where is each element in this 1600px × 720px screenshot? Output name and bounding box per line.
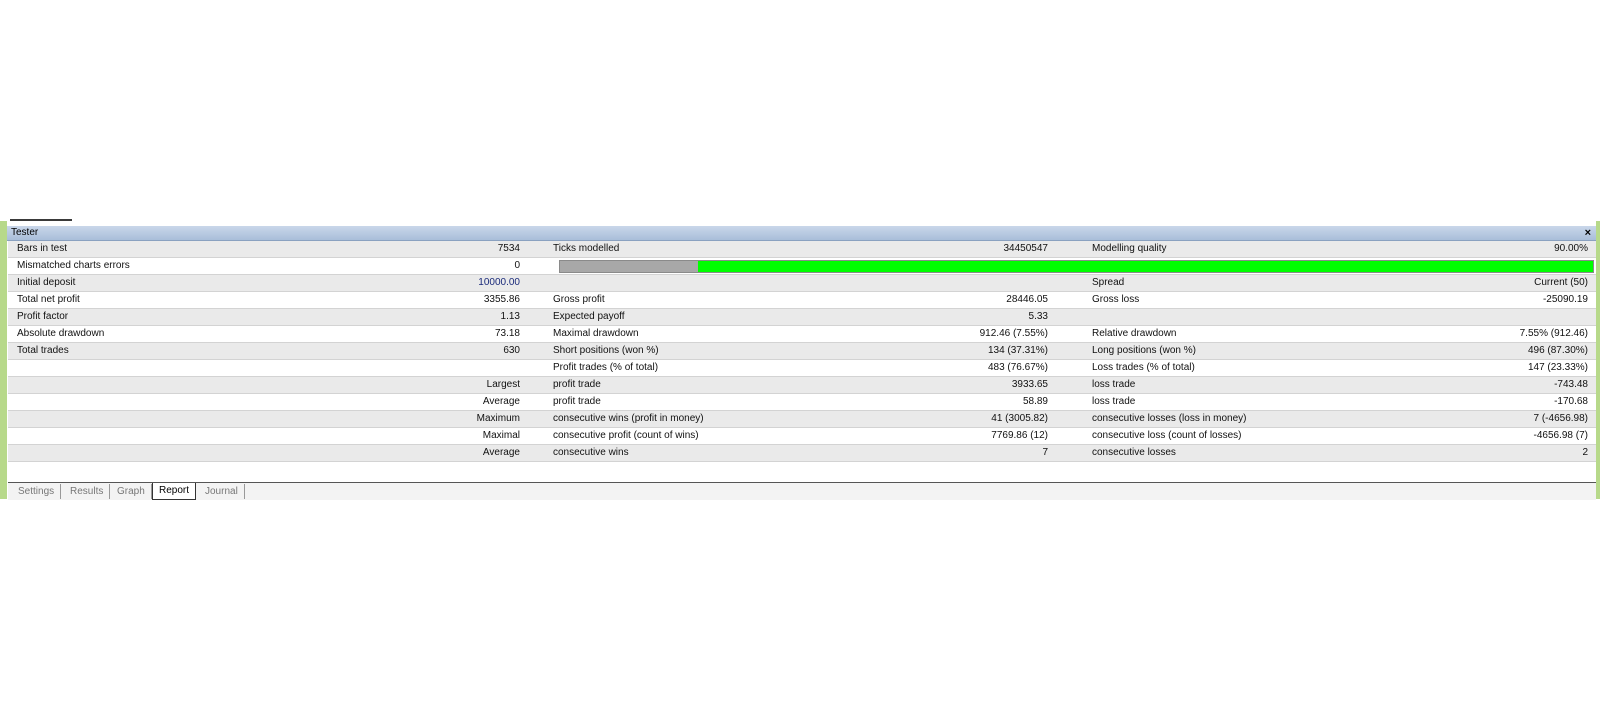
- table-row: Profit trades (% of total) 483 (76.67%) …: [8, 360, 1596, 377]
- largest-prefix: Largest: [486, 379, 520, 390]
- tester-tab-bar: Settings Results Graph Report Journal: [8, 482, 1596, 500]
- total-net-profit-value: 3355.86: [483, 294, 520, 305]
- table-row: Maximum consecutive wins (profit in mone…: [8, 411, 1596, 428]
- table-row: Initial deposit 10000.00 Spread Current …: [8, 275, 1596, 292]
- panel-left-edge: [0, 221, 7, 499]
- absolute-drawdown-label: Absolute drawdown: [17, 328, 105, 339]
- maximal-consecutive-profit-value: 7769.86 (12): [991, 430, 1048, 441]
- table-row: Average profit trade 58.89 loss trade -1…: [8, 394, 1596, 411]
- table-row: Profit factor 1.13 Expected payoff 5.33: [8, 309, 1596, 326]
- table-row: Average consecutive wins 7 consecutive l…: [8, 445, 1596, 462]
- largest-profit-trade-label: profit trade: [553, 379, 601, 390]
- total-net-profit-label: Total net profit: [17, 294, 80, 305]
- gross-loss-label: Gross loss: [1092, 294, 1140, 305]
- average-profit-trade-value: 58.89: [1022, 396, 1048, 407]
- tester-panel: Tester × Bars in test 7534 Ticks modelle…: [0, 221, 1600, 500]
- max-consecutive-losses-label: consecutive losses (loss in money): [1092, 413, 1247, 424]
- close-icon[interactable]: ×: [1585, 226, 1591, 240]
- table-row: Total trades 630 Short positions (won %)…: [8, 343, 1596, 360]
- bars-in-test-value: 7534: [497, 243, 520, 254]
- loss-trades-label: Loss trades (% of total): [1092, 362, 1195, 373]
- modelling-quality-bar-gray: [560, 261, 699, 272]
- modelling-quality-value: 90.00%: [1554, 243, 1588, 254]
- average-consecutive-losses-value: 2: [1582, 447, 1588, 458]
- tab-graph[interactable]: Graph: [111, 484, 152, 499]
- average-consecutive-wins-value: 7: [1042, 447, 1048, 458]
- maximal-prefix: Maximal: [482, 430, 520, 441]
- modelling-quality-label: Modelling quality: [1092, 243, 1167, 254]
- table-row: Largest profit trade 3933.65 loss trade …: [8, 377, 1596, 394]
- largest-profit-trade-value: 3933.65: [1011, 379, 1048, 390]
- total-trades-label: Total trades: [17, 345, 69, 356]
- average-loss-trade-label: loss trade: [1092, 396, 1136, 407]
- gross-profit-label: Gross profit: [553, 294, 605, 305]
- maximum-prefix: Maximum: [476, 413, 520, 424]
- max-consecutive-wins-value: 41 (3005.82): [991, 413, 1048, 424]
- tab-report[interactable]: Report: [152, 483, 197, 500]
- panel-right-edge: [1596, 221, 1600, 499]
- long-positions-value: 496 (87.30%): [1527, 345, 1588, 356]
- table-row: Bars in test 7534 Ticks modelled 3445054…: [8, 241, 1596, 258]
- relative-drawdown-value: 7.55% (912.46): [1519, 328, 1588, 339]
- short-positions-label: Short positions (won %): [553, 345, 659, 356]
- profit-factor-label: Profit factor: [17, 311, 69, 322]
- maximal-consecutive-loss-value: -4656.98 (7): [1533, 430, 1588, 441]
- maximal-consecutive-profit-label: consecutive profit (count of wins): [553, 430, 699, 441]
- average-consecutive-prefix: Average: [482, 447, 520, 458]
- expected-payoff-value: 5.33: [1028, 311, 1048, 322]
- absolute-drawdown-value: 73.18: [494, 328, 520, 339]
- spread-label: Spread: [1092, 277, 1125, 288]
- average-consecutive-wins-label: consecutive wins: [553, 447, 629, 458]
- modelling-quality-bar: [559, 260, 1594, 273]
- largest-loss-trade-label: loss trade: [1092, 379, 1136, 390]
- initial-deposit-label: Initial deposit: [17, 277, 76, 288]
- maximal-consecutive-loss-label: consecutive loss (count of losses): [1092, 430, 1242, 441]
- average-loss-trade-value: -170.68: [1554, 396, 1588, 407]
- window-title: Tester: [11, 227, 39, 238]
- ticks-modelled-label: Ticks modelled: [553, 243, 620, 254]
- report-table: Bars in test 7534 Ticks modelled 3445054…: [8, 241, 1596, 462]
- initial-deposit-value: 10000.00: [478, 277, 520, 288]
- tab-results[interactable]: Results: [64, 484, 111, 499]
- table-row: Maximal consecutive profit (count of win…: [8, 428, 1596, 445]
- relative-drawdown-label: Relative drawdown: [1092, 328, 1177, 339]
- loss-trades-value: 147 (23.33%): [1527, 362, 1588, 373]
- max-consecutive-losses-value: 7 (-4656.98): [1533, 413, 1588, 424]
- profit-factor-value: 1.13: [500, 311, 520, 322]
- long-positions-label: Long positions (won %): [1092, 345, 1196, 356]
- mismatched-errors-label: Mismatched charts errors: [17, 260, 130, 271]
- expected-payoff-label: Expected payoff: [553, 311, 625, 322]
- bars-in-test-label: Bars in test: [17, 243, 68, 254]
- profit-trades-value: 483 (76.67%): [987, 362, 1048, 373]
- tab-settings[interactable]: Settings: [12, 484, 62, 499]
- profit-trades-label: Profit trades (% of total): [553, 362, 659, 373]
- table-row: Absolute drawdown 73.18 Maximal drawdown…: [8, 326, 1596, 343]
- average-profit-trade-label: profit trade: [553, 396, 601, 407]
- gross-profit-value: 28446.05: [1006, 294, 1048, 305]
- table-row: Mismatched charts errors 0: [8, 258, 1596, 275]
- total-trades-value: 630: [503, 345, 520, 356]
- spread-value: Current (50): [1534, 277, 1588, 288]
- tab-journal[interactable]: Journal: [199, 484, 245, 499]
- average-prefix: Average: [482, 396, 520, 407]
- max-consecutive-wins-label: consecutive wins (profit in money): [553, 413, 704, 424]
- mismatched-errors-value: 0: [514, 260, 520, 271]
- maximal-drawdown-label: Maximal drawdown: [553, 328, 639, 339]
- average-consecutive-losses-label: consecutive losses: [1092, 447, 1176, 458]
- short-positions-value: 134 (37.31%): [987, 345, 1048, 356]
- gross-loss-value: -25090.19: [1542, 294, 1588, 305]
- ticks-modelled-value: 34450547: [1003, 243, 1049, 254]
- table-row: Total net profit 3355.86 Gross profit 28…: [8, 292, 1596, 309]
- largest-loss-trade-value: -743.48: [1554, 379, 1588, 390]
- tester-titlebar[interactable]: Tester ×: [7, 226, 1596, 241]
- maximal-drawdown-value: 912.46 (7.55%): [979, 328, 1048, 339]
